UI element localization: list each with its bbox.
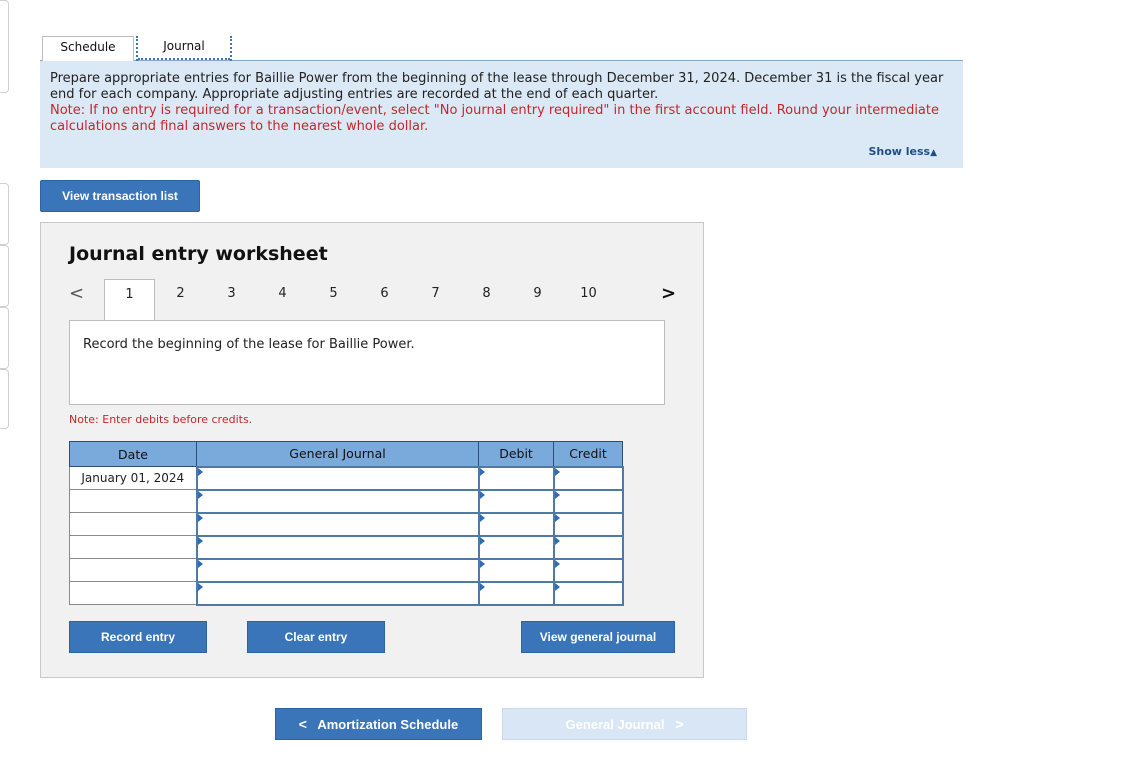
column-header-credit: Credit [553, 441, 623, 467]
account-select[interactable] [195, 465, 480, 491]
next-button-label: General Journal [565, 717, 665, 732]
previous-amortization-schedule-button[interactable]: < Amortization Schedule [275, 708, 482, 740]
page-tab-5[interactable]: 5 [308, 279, 359, 320]
page-tab-8[interactable]: 8 [461, 279, 512, 320]
side-panel-edge [0, 307, 9, 369]
chevron-left-icon: < [298, 716, 307, 732]
date-cell [69, 489, 197, 513]
credit-input[interactable] [552, 488, 624, 514]
chevron-right-icon[interactable]: > [661, 283, 676, 304]
chevron-left-icon[interactable]: < [69, 283, 84, 304]
transaction-description: Record the beginning of the lease for Ba… [69, 320, 665, 405]
triangle-up-icon: ▲ [930, 148, 937, 158]
credit-input[interactable] [552, 557, 624, 583]
view-general-journal-button[interactable]: View general journal [521, 621, 675, 653]
debit-input[interactable] [477, 465, 555, 491]
page-tab-1[interactable]: 1 [104, 279, 155, 321]
page-tab-3[interactable]: 3 [206, 279, 257, 320]
page-tab-6[interactable]: 6 [359, 279, 410, 320]
date-cell [69, 581, 197, 605]
page-tab-10[interactable]: 10 [563, 279, 614, 320]
next-general-journal-button[interactable]: General Journal > [502, 708, 747, 740]
table-row [69, 488, 624, 514]
table-header-row: Date General Journal Debit Credit [69, 441, 623, 467]
instruction-note: Note: If no entry is required for a tran… [50, 103, 939, 134]
chevron-right-icon: > [675, 716, 684, 732]
instruction-text: Prepare appropriate entries for Baillie … [50, 71, 944, 102]
instructions-panel: Prepare appropriate entries for Baillie … [40, 61, 963, 168]
table-row [69, 534, 624, 560]
side-panel-edge [0, 245, 9, 307]
page-tab-9[interactable]: 9 [512, 279, 563, 320]
table-row: January 01, 2024 [69, 465, 624, 491]
side-panel-edge [0, 369, 9, 429]
tab-schedule[interactable]: Schedule [42, 36, 134, 61]
tab-bar: Schedule Journal [40, 36, 963, 61]
date-cell [69, 512, 197, 536]
column-header-date: Date [69, 441, 197, 467]
clear-entry-button[interactable]: Clear entry [247, 621, 385, 653]
side-panel-edge [0, 183, 9, 245]
page-tab-4[interactable]: 4 [257, 279, 308, 320]
table-row [69, 580, 624, 606]
show-less-toggle[interactable]: Show less▲ [868, 145, 937, 158]
credit-input[interactable] [552, 580, 624, 606]
record-entry-button[interactable]: Record entry [69, 621, 207, 653]
column-header-debit: Debit [478, 441, 554, 467]
debit-input[interactable] [477, 534, 555, 560]
focus-outline [138, 58, 230, 60]
previous-button-label: Amortization Schedule [317, 717, 459, 732]
account-select[interactable] [195, 580, 480, 606]
table-row [69, 511, 624, 537]
side-panel-edge [0, 0, 9, 93]
tab-journal-label: Journal [163, 39, 205, 53]
debit-input[interactable] [477, 511, 555, 537]
view-transaction-list-button[interactable]: View transaction list [40, 180, 200, 212]
debit-input[interactable] [477, 557, 555, 583]
account-select[interactable] [195, 534, 480, 560]
debit-input[interactable] [477, 488, 555, 514]
journal-entry-table: Date General Journal Debit Credit Januar… [69, 441, 624, 606]
credit-input[interactable] [552, 511, 624, 537]
page-tab-2[interactable]: 2 [155, 279, 206, 320]
account-select[interactable] [195, 488, 480, 514]
page-tab-7[interactable]: 7 [410, 279, 461, 320]
account-select[interactable] [195, 557, 480, 583]
date-cell [69, 535, 197, 559]
debit-input[interactable] [477, 580, 555, 606]
date-cell [69, 558, 197, 582]
tab-journal[interactable]: Journal [136, 36, 232, 61]
debits-credits-note: Note: Enter debits before credits. [69, 413, 253, 426]
worksheet-title: Journal entry worksheet [69, 243, 328, 265]
journal-entry-worksheet: Journal entry worksheet < 1 2 3 4 5 6 7 … [40, 222, 704, 678]
column-header-general-journal: General Journal [196, 441, 479, 467]
transaction-description-text: Record the beginning of the lease for Ba… [83, 337, 415, 352]
credit-input[interactable] [552, 534, 624, 560]
credit-input[interactable] [552, 465, 624, 491]
date-cell: January 01, 2024 [69, 466, 197, 490]
show-less-label: Show less [868, 145, 931, 158]
table-row [69, 557, 624, 583]
account-select[interactable] [195, 511, 480, 537]
